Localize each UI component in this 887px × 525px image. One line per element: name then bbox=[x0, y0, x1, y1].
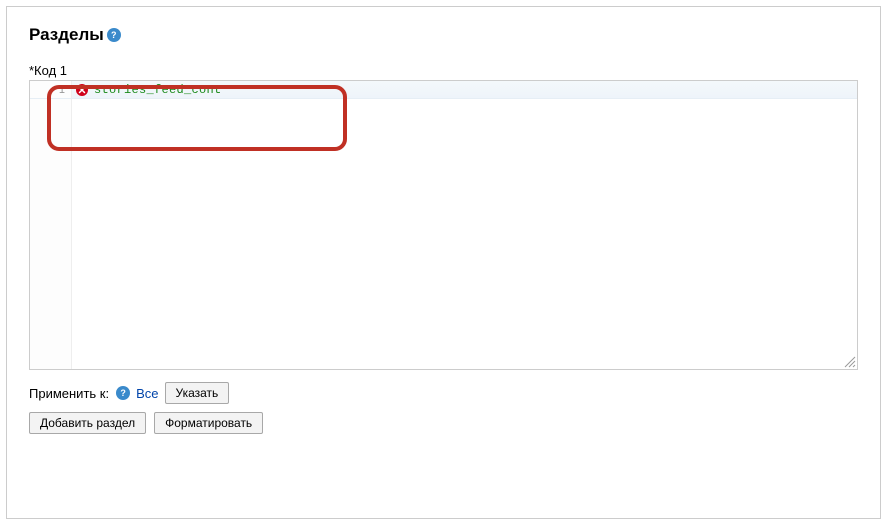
apply-all-link[interactable]: Все bbox=[136, 386, 158, 401]
format-button[interactable]: Форматировать bbox=[154, 412, 263, 434]
error-icon[interactable] bbox=[76, 84, 88, 96]
help-icon[interactable]: ? bbox=[116, 386, 130, 400]
code-content: stories_feed_cont bbox=[92, 83, 222, 97]
line-number: 1 bbox=[30, 81, 72, 98]
code-label: *Код 1 bbox=[29, 63, 858, 78]
add-section-button[interactable]: Добавить раздел bbox=[29, 412, 146, 434]
button-row: Добавить раздел Форматировать bbox=[29, 412, 858, 434]
help-icon[interactable]: ? bbox=[107, 28, 121, 42]
section-title: Разделы ? bbox=[29, 25, 858, 45]
code-line[interactable]: 1 stories_feed_cont bbox=[30, 81, 857, 99]
error-gutter bbox=[72, 81, 92, 98]
section-title-text: Разделы bbox=[29, 25, 104, 45]
specify-button[interactable]: Указать bbox=[165, 382, 230, 404]
apply-label: Применить к: bbox=[29, 386, 109, 401]
gutter-background bbox=[30, 99, 72, 369]
apply-row: Применить к: ? Все Указать bbox=[29, 382, 858, 404]
sections-panel: Разделы ? *Код 1 1 stories_feed_cont bbox=[6, 6, 881, 519]
editor-body[interactable] bbox=[72, 99, 857, 369]
resize-handle[interactable] bbox=[842, 354, 856, 368]
code-editor[interactable]: 1 stories_feed_cont bbox=[29, 80, 858, 370]
